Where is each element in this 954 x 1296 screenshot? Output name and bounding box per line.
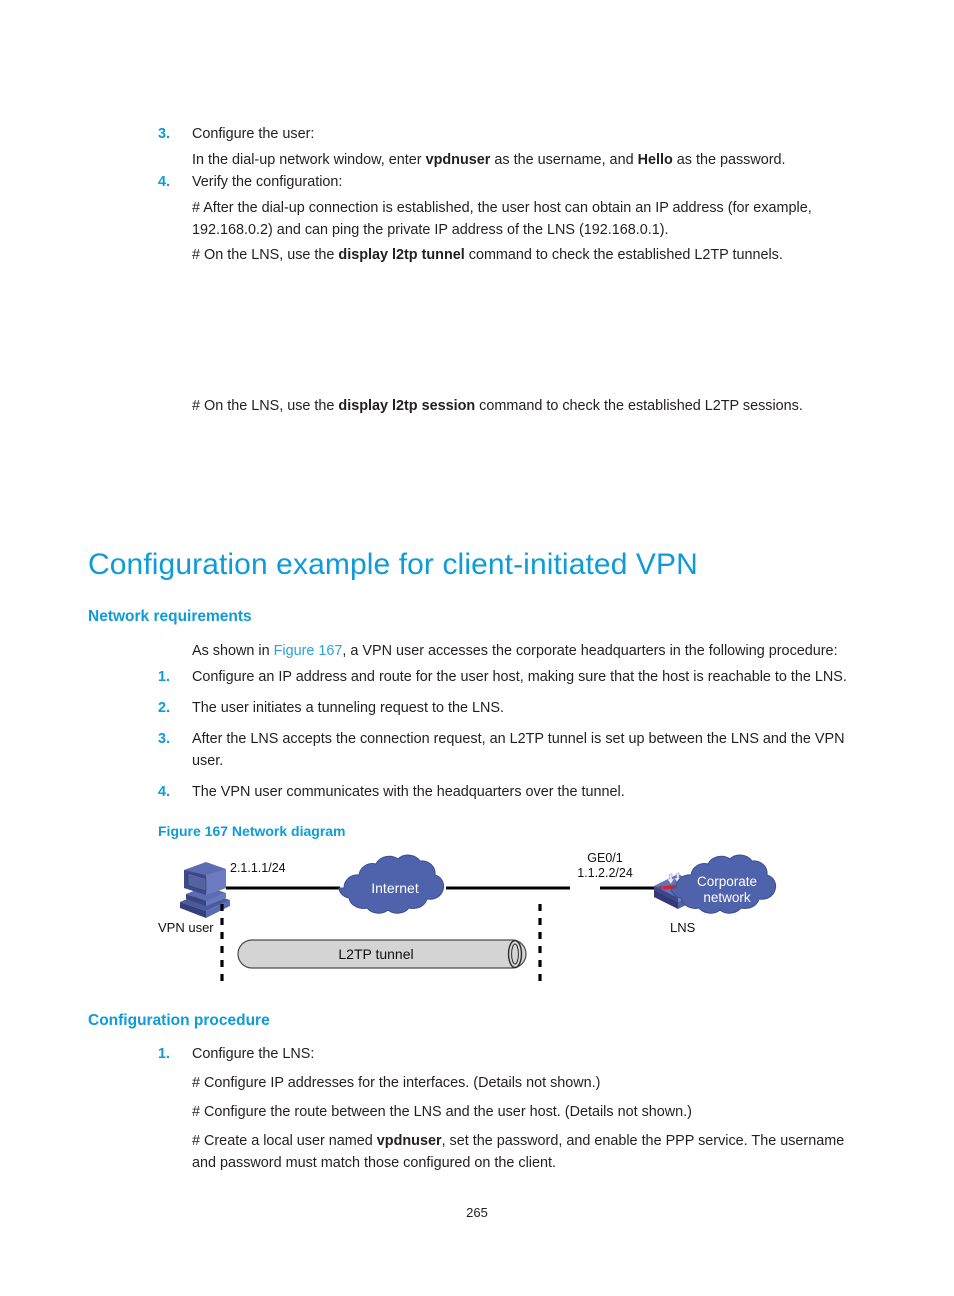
list-item-text: After the LNS accepts the connection req… (192, 729, 872, 773)
text-run: In the dial-up network window, enter (192, 152, 426, 168)
figure-crossref-link[interactable]: Figure 167 (274, 643, 343, 659)
vpn-user-label: VPN user (158, 920, 214, 935)
list-item-number: 3. (158, 729, 192, 751)
sub-paragraph: # Configure IP addresses for the interfa… (192, 1073, 872, 1095)
emphasis-text: vpdnuser (377, 1133, 442, 1149)
numbered-list-item: 4.The VPN user communicates with the hea… (158, 782, 872, 804)
text-run: command to check the established L2TP se… (475, 398, 803, 414)
list-item-text: Configure the user: (192, 124, 872, 146)
list-item-number: 3. (158, 124, 192, 146)
list-item-number: 4. (158, 782, 192, 804)
text-run: as the username, and (490, 152, 637, 168)
list-item-number: 1. (158, 667, 192, 689)
emphasis-text: display l2tp tunnel (338, 247, 464, 263)
numbered-list-item: 1.Configure an IP address and route for … (158, 667, 872, 689)
lns-label: LNS (670, 920, 696, 935)
numbered-list-item: 2.The user initiates a tunneling request… (158, 698, 872, 720)
numbered-list-item: 1.Configure the LNS: (158, 1044, 872, 1066)
text-run: # Configure IP addresses for the interfa… (192, 1075, 600, 1091)
sub-paragraph: # On the LNS, use the display l2tp tunne… (192, 245, 872, 267)
text-run: , a VPN user accesses the corporate head… (342, 643, 837, 659)
list-item-text: The VPN user communicates with the headq… (192, 782, 872, 804)
list-item-number: 1. (158, 1044, 192, 1066)
list-item-text: The user initiates a tunneling request t… (192, 698, 872, 720)
l2tp-tunnel-label: L2TP tunnel (338, 946, 413, 962)
emphasis-text: display l2tp session (338, 398, 475, 414)
numbered-list-item: 3.After the LNS accepts the connection r… (158, 729, 872, 773)
emphasis-text: Hello (638, 152, 673, 168)
document-page: 3.Configure the user:In the dial-up netw… (0, 0, 954, 1296)
figure-caption: Figure 167 Network diagram (158, 823, 346, 839)
sub-paragraph: # Create a local user named vpdnuser, se… (192, 1131, 872, 1175)
text-run: # On the LNS, use the (192, 247, 338, 263)
text-run: # Create a local user named (192, 1133, 377, 1149)
sub-paragraph: # After the dial-up connection is establ… (192, 198, 872, 242)
network-requirements-list: 1.Configure an IP address and route for … (158, 667, 872, 812)
lns-ip-label: 1.1.2.2/24 (577, 866, 633, 880)
text-run: # After the dial-up connection is establ… (192, 200, 812, 238)
internet-label: Internet (371, 880, 419, 896)
text-run: command to check the established L2TP tu… (465, 247, 783, 263)
sub-paragraph: In the dial-up network window, enter vpd… (192, 150, 872, 172)
text-run: as the password. (673, 152, 786, 168)
network-requirements-intro: As shown in Figure 167, a VPN user acces… (192, 641, 882, 663)
list-item-text: Verify the configuration: (192, 172, 872, 194)
list-item-text: Configure the LNS: (192, 1044, 872, 1066)
page-number: 265 (0, 1205, 954, 1220)
section-heading-network-requirements: Network requirements (88, 608, 252, 626)
text-run: As shown in (192, 643, 274, 659)
list-item-number: 4. (158, 172, 192, 194)
corporate-network-label-line2: network (703, 890, 751, 905)
text-run: # Configure the route between the LNS an… (192, 1104, 692, 1120)
top-procedure-list: 3.Configure the user: In the dial-up netw… (158, 124, 872, 267)
numbered-list-item: 3.Configure the user: (158, 124, 872, 146)
numbered-list-item: 4.Verify the configuration: (158, 172, 872, 194)
section-heading-configuration-procedure: Configuration procedure (88, 1012, 270, 1030)
configuration-procedure-list: 1.Configure the LNS: # Configure IP addre… (158, 1044, 872, 1174)
ge-interface-label: GE0/1 (587, 851, 622, 865)
corporate-network-label-line1: Corporate (697, 874, 757, 889)
emphasis-text: vpdnuser (426, 152, 491, 168)
sub-paragraph: # Configure the route between the LNS an… (192, 1102, 872, 1124)
list-item-text: Configure an IP address and route for th… (192, 667, 872, 689)
l2tp-session-note: # On the LNS, use the display l2tp sessi… (192, 396, 882, 418)
user-ip-label: 2.1.1.1/24 (230, 861, 286, 875)
network-diagram-figure: VPN user 2.1.1.1/24 Internet GE0/1 1.1.2… (158, 848, 778, 988)
list-item-number: 2. (158, 698, 192, 720)
page-title: Configuration example for client-initiat… (88, 548, 698, 582)
text-run: # On the LNS, use the (192, 398, 338, 414)
